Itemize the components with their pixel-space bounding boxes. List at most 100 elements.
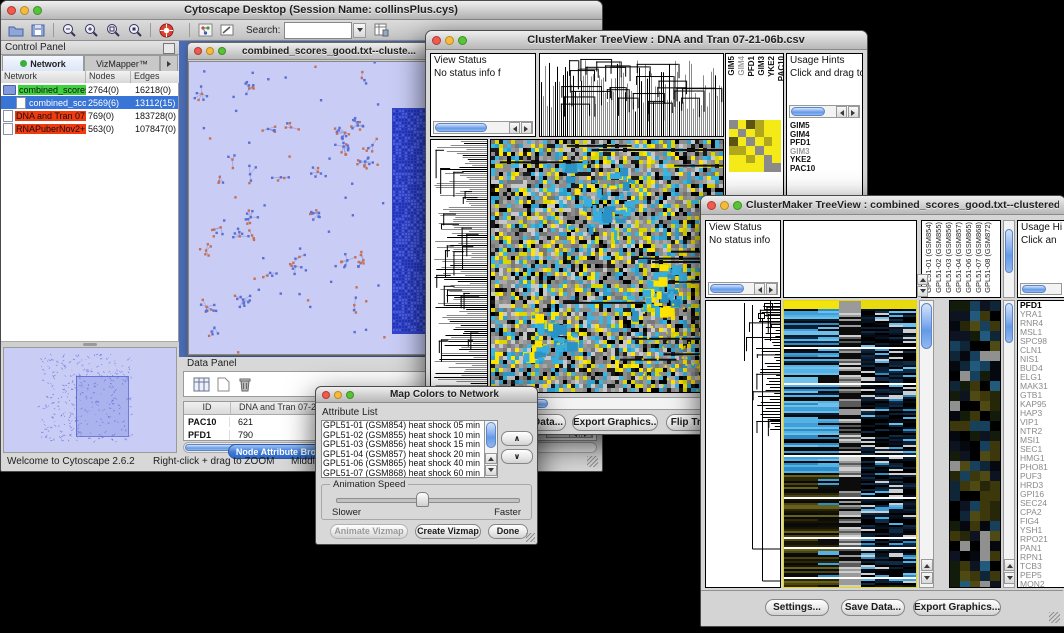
matrix-cell[interactable] [729, 155, 738, 164]
network-row[interactable]: combined_scores2764(0)16218(0) [1, 83, 178, 96]
zoom-fit-icon[interactable] [126, 22, 144, 38]
matrix-cell[interactable] [746, 137, 755, 146]
scroll-right-button[interactable] [848, 106, 859, 118]
close-button[interactable] [194, 47, 202, 55]
export-graphics-button[interactable]: Export Graphics... [913, 599, 1001, 616]
network-row[interactable]: RNAPuberNov2+563(0)107847(0) [1, 122, 178, 135]
resize-grip[interactable] [1049, 612, 1060, 623]
tv1-heatmap[interactable] [490, 139, 724, 393]
matrix-cell[interactable] [755, 163, 764, 172]
minimize-button[interactable] [445, 36, 454, 45]
tv2-zoom-canvas[interactable] [950, 301, 1000, 587]
tv1-heatmap-canvas[interactable] [491, 140, 723, 392]
matrix-cell[interactable] [772, 120, 781, 129]
scroll-up-button[interactable] [1004, 559, 1015, 571]
scroll-left-button[interactable] [509, 122, 520, 134]
trash-icon[interactable] [236, 376, 254, 392]
close-button[interactable] [707, 201, 716, 210]
matrix-cell[interactable] [772, 146, 781, 155]
zoom-button[interactable] [218, 47, 226, 55]
scroll-down-button[interactable] [921, 572, 933, 584]
zoom-selected-icon[interactable] [104, 22, 122, 38]
save-icon[interactable] [29, 22, 47, 38]
matrix-cell[interactable] [755, 129, 764, 138]
move-down-button[interactable]: ∨ [501, 449, 533, 464]
save-data-button[interactable]: Save Data... [841, 599, 905, 616]
matrix-cell[interactable] [764, 155, 773, 164]
treeview1-title-bar[interactable]: ClusterMaker TreeView : DNA and Tran 07-… [426, 31, 867, 50]
matrix-cell[interactable] [738, 155, 747, 164]
tv2-col-labels-scrollbar[interactable] [1003, 220, 1015, 298]
help-lifering-icon[interactable] [157, 22, 175, 38]
move-up-button[interactable]: ∧ [501, 431, 533, 446]
search-dropdown-button[interactable] [353, 23, 366, 38]
tv2-row-dendrogram[interactable] [705, 300, 781, 588]
tv2-zoom-v-scrollbar[interactable] [1003, 300, 1015, 588]
birdseye-canvas[interactable] [4, 348, 176, 452]
tv2-zoom-heatmap[interactable] [949, 300, 1001, 588]
create-vizmap-button[interactable]: Create Vizmap [415, 524, 481, 539]
annotation-icon[interactable] [218, 22, 236, 38]
gene-label[interactable]: MON2 [1018, 580, 1064, 588]
matrix-cell[interactable] [746, 146, 755, 155]
tv2-column-dendrogram-empty[interactable] [783, 220, 917, 298]
matrix-cell[interactable] [764, 137, 773, 146]
matrix-cell[interactable] [738, 120, 747, 129]
matrix-cell[interactable] [755, 120, 764, 129]
matrix-cell[interactable] [772, 137, 781, 146]
dialog-title-bar[interactable]: Map Colors to Network [316, 387, 537, 403]
scroll-right-button[interactable] [766, 283, 777, 295]
data-col-id[interactable]: ID [184, 402, 231, 414]
attribute-item[interactable]: GPL51-07 (GSM868) heat shock 60 min [323, 469, 483, 478]
matrix-cell[interactable] [764, 163, 773, 172]
matrix-cell[interactable] [772, 163, 781, 172]
matrix-cell[interactable] [764, 120, 773, 129]
done-button[interactable]: Done [488, 524, 528, 539]
scroll-up-button[interactable] [917, 274, 928, 285]
scroll-down-button[interactable] [1004, 572, 1015, 584]
matrix-cell[interactable] [755, 137, 764, 146]
attribute-browser-icon[interactable] [372, 22, 390, 38]
tv1-left-dendro-canvas[interactable] [431, 140, 487, 392]
matrix-cell[interactable] [755, 155, 764, 164]
network-overview-icon[interactable] [196, 22, 214, 38]
minimize-button[interactable] [206, 47, 214, 55]
animate-vizmap-button[interactable]: Animate Vizmap [330, 524, 408, 539]
resize-grip[interactable] [587, 456, 598, 467]
main-title-bar[interactable]: Cytoscape Desktop (Session Name: collins… [1, 1, 602, 20]
tv2-heatmap[interactable] [783, 300, 917, 588]
matrix-cell[interactable] [729, 137, 738, 146]
tv2-heatmap-canvas[interactable] [784, 301, 916, 587]
close-button[interactable] [432, 36, 441, 45]
matrix-cell[interactable] [746, 155, 755, 164]
matrix-cell[interactable] [738, 137, 747, 146]
tab-vizmapper[interactable]: VizMapper™ [84, 55, 160, 71]
speed-slider-thumb[interactable] [416, 492, 429, 507]
matrix-cell[interactable] [729, 163, 738, 172]
matrix-cell[interactable] [738, 163, 747, 172]
scroll-right-button[interactable] [521, 122, 532, 134]
scroll-up-button[interactable] [485, 453, 497, 464]
resize-grip[interactable] [526, 533, 535, 542]
minimize-button[interactable] [720, 201, 729, 210]
zoom-button[interactable] [346, 391, 354, 399]
network-canvas-area[interactable] [188, 61, 434, 355]
zoom-out-icon[interactable] [60, 22, 78, 38]
search-input[interactable] [284, 22, 352, 39]
matrix-cell[interactable] [738, 129, 747, 138]
close-button[interactable] [322, 391, 330, 399]
tv2-heatmap-v-scrollbar[interactable] [919, 300, 934, 588]
open-file-icon[interactable] [7, 22, 25, 38]
zoom-button[interactable] [733, 201, 742, 210]
tv1-top-dendro-canvas[interactable] [540, 54, 723, 136]
zoom-matrix[interactable] [729, 120, 781, 172]
tv1-hints-h-scrollbar[interactable] [789, 105, 860, 118]
scroll-down-button[interactable] [917, 286, 928, 297]
matrix-cell[interactable] [764, 129, 773, 138]
tab-network[interactable]: Network [2, 55, 84, 71]
matrix-cell[interactable] [746, 120, 755, 129]
scroll-left-button[interactable] [754, 283, 765, 295]
network-row[interactable]: combined_sco2569(6)13112(15) [1, 96, 178, 109]
tv1-status-h-scrollbar[interactable] [433, 121, 533, 134]
matrix-cell[interactable] [746, 129, 755, 138]
